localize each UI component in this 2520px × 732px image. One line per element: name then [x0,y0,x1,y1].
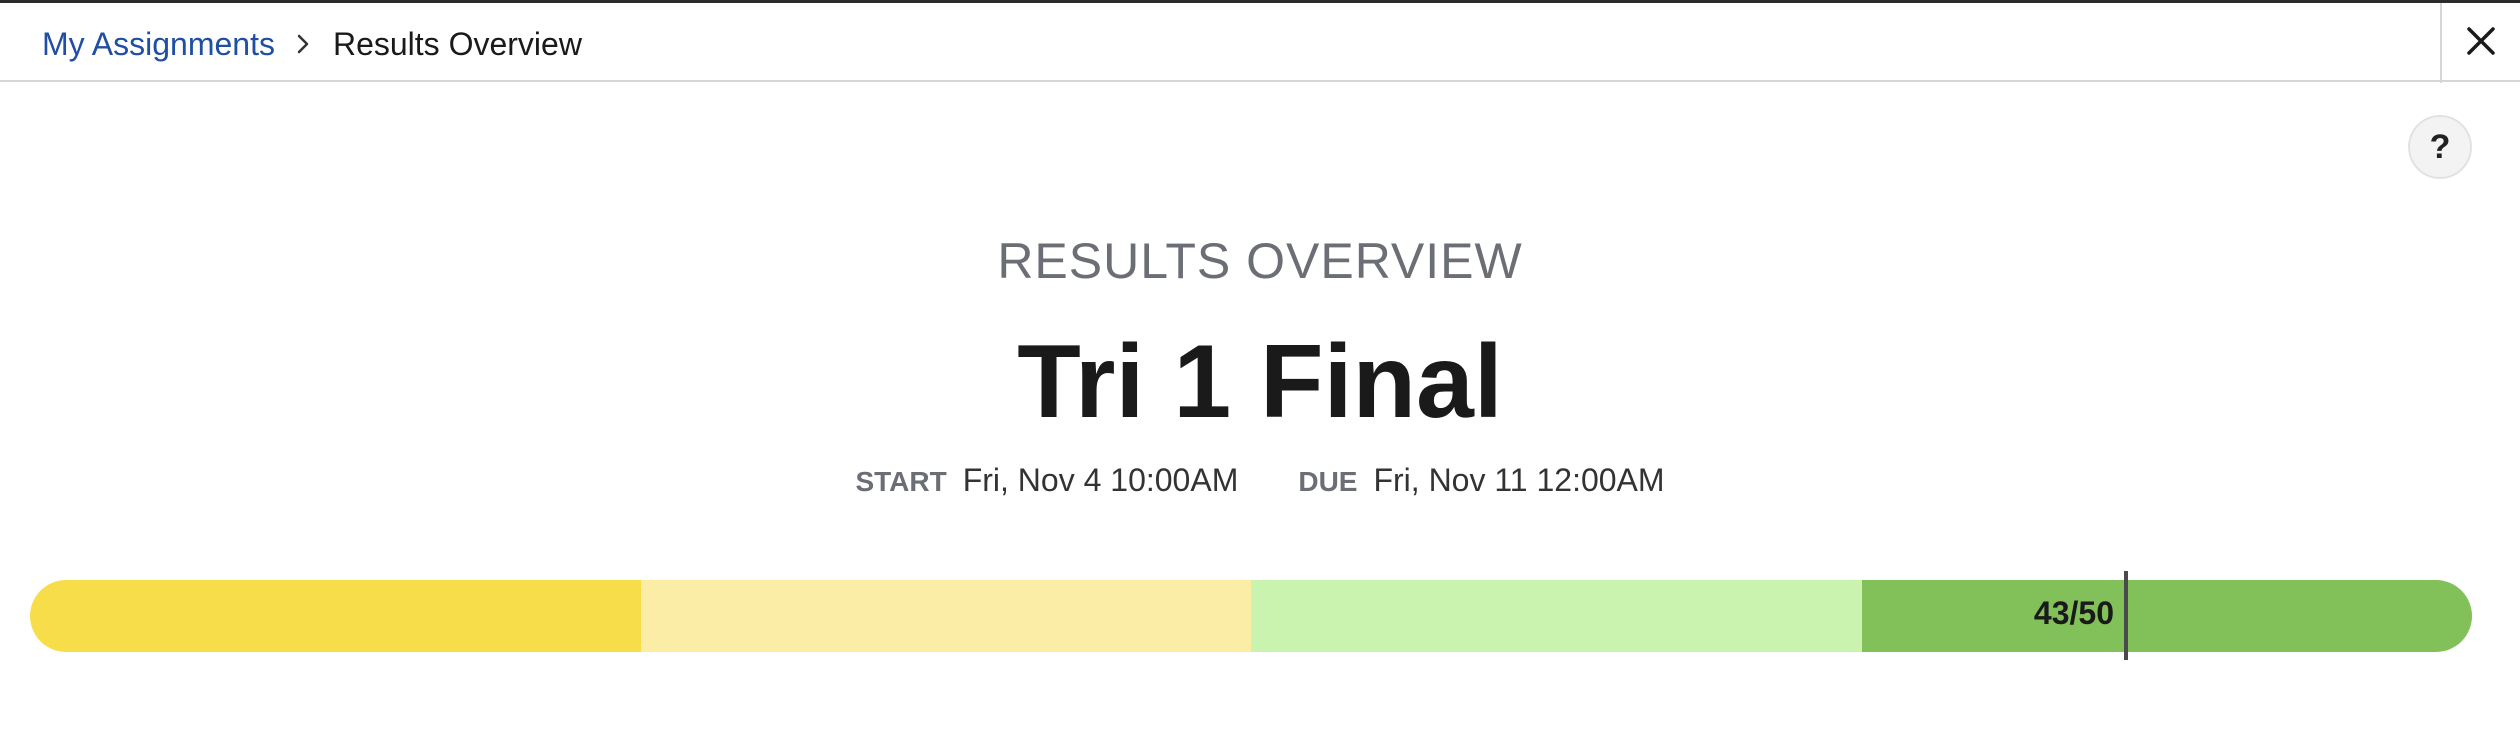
breadcrumb-current: Results Overview [332,25,582,62]
close-button[interactable] [2440,3,2520,83]
score-band-2 [640,580,1251,652]
score-marker [2124,571,2128,660]
page-overline: RESULTS OVERVIEW [997,233,1523,289]
due-date: DUE Fri, Nov 11 12:00AM [1298,462,1664,499]
breadcrumb-link-my-assignments[interactable]: My Assignments [42,26,275,63]
score-band-1 [30,580,641,652]
due-label: DUE [1298,466,1358,497]
assignment-dates: START Fri, Nov 4 10:00AM DUE Fri, Nov 11… [0,462,2520,499]
breadcrumb: My Assignments Results Overview [42,23,582,65]
start-label: START [855,466,947,497]
score-band-3 [1251,580,1862,652]
score-band-4 [1861,580,2472,652]
assignment-title: Tri 1 Final [1017,324,1503,440]
chevron-right-icon [295,33,311,55]
score-label: 43/50 [2033,595,2114,631]
due-value: Fri, Nov 11 12:00AM [1373,462,1665,498]
results-header: RESULTS OVERVIEW [0,232,2520,290]
help-button[interactable]: ? [2408,115,2472,179]
close-icon [2465,25,2497,62]
start-value: Fri, Nov 4 10:00AM [962,462,1239,498]
top-bar: My Assignments Results Overview [0,0,2520,83]
results-overview-page: My Assignments Results Overview ? RESULT… [0,0,2520,732]
start-date: START Fri, Nov 4 10:00AM [855,462,1238,499]
